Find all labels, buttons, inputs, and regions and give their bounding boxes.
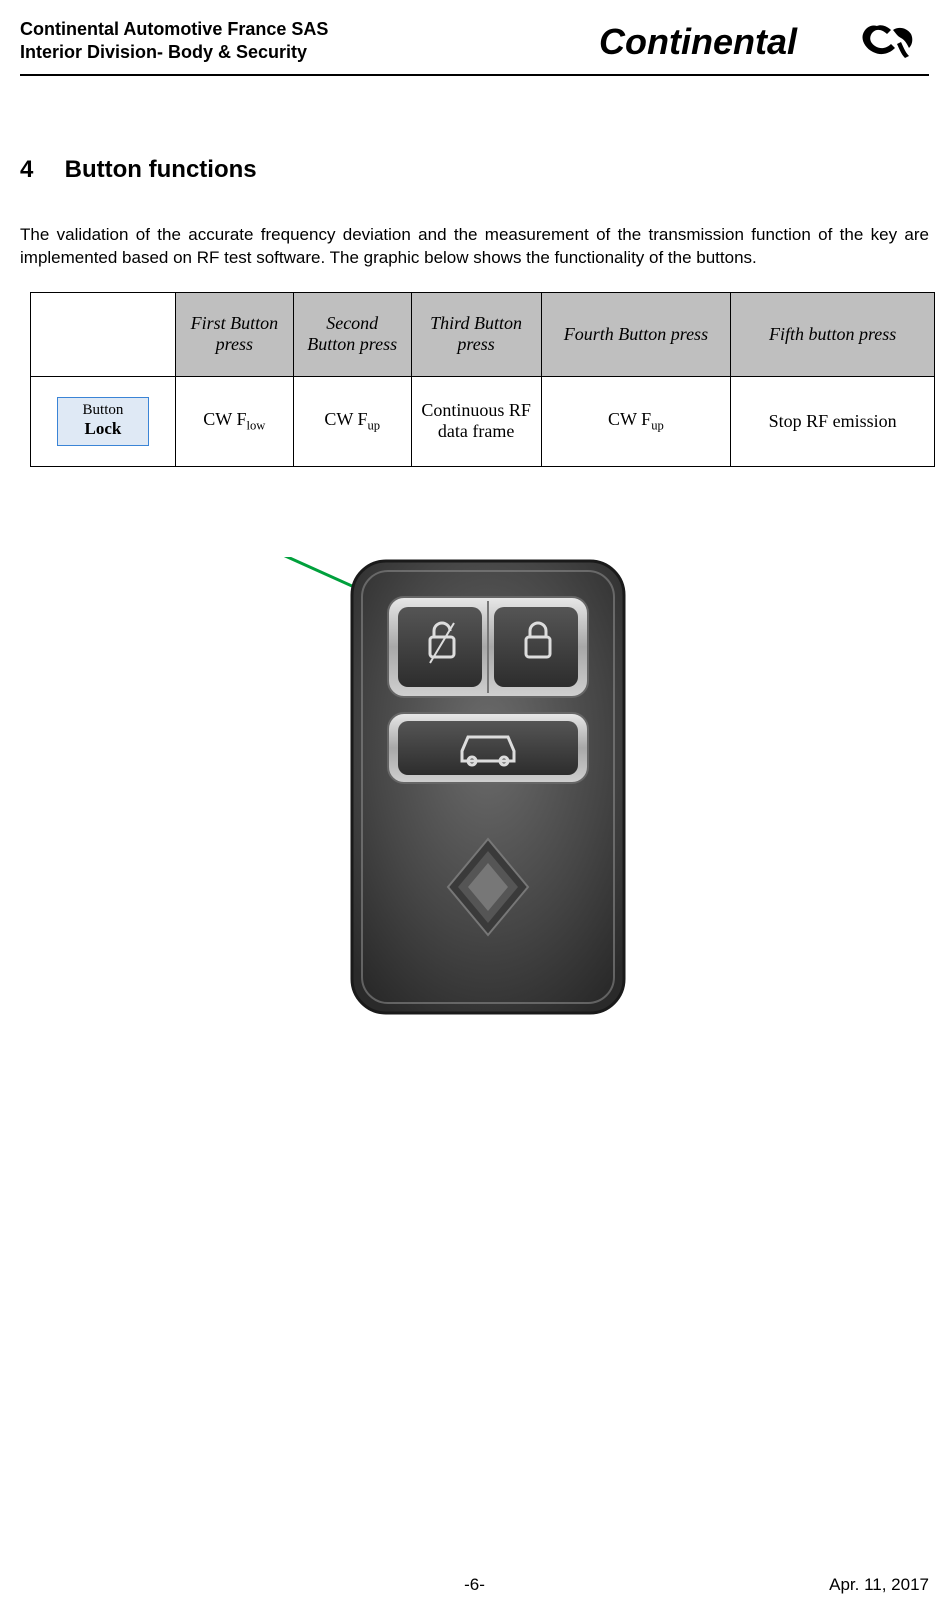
page-header: Continental Automotive France SAS Interi… [20,18,929,76]
header-line2: Interior Division- Body & Security [20,41,328,64]
lock-button [494,607,578,687]
header-empty [31,292,176,376]
section-number: 4 [20,156,58,184]
table-header-row: First Button press Second Button press T… [31,292,935,376]
unlock-button [398,607,482,687]
cell-fifth: Stop RF emission [731,376,935,466]
table-row: Button Lock CW Flow CW Fup Continuous RF… [31,376,935,466]
cell-second-sub: up [368,419,381,433]
header-first: First Button press [175,292,293,376]
intro-paragraph: The validation of the accurate frequency… [20,224,929,270]
header-line1: Continental Automotive France SAS [20,18,328,41]
header-company: Continental Automotive France SAS Interi… [20,18,328,63]
button-function-table: First Button press Second Button press T… [30,292,935,467]
header-third: Third Button press [411,292,541,376]
cell-first: CW Flow [175,376,293,466]
car-button [398,721,578,775]
keycard-figure [20,557,929,1027]
cell-second: CW Fup [293,376,411,466]
header-second: Second Button press [293,292,411,376]
section-heading: 4 Button functions [20,156,929,184]
keycard-image [348,557,628,1017]
label-bold: Lock [58,419,148,439]
section-title-text: Button functions [65,156,257,183]
cell-first-sub: low [246,419,265,433]
label-small: Button [58,402,148,419]
page-number: -6- [464,1575,485,1595]
page-footer: -6- Apr. 11, 2017 [20,1575,929,1595]
continental-logo: Continental [599,18,929,66]
footer-date: Apr. 11, 2017 [829,1575,929,1595]
cell-fourth: CW Fup [541,376,731,466]
cell-first-pre: CW F [203,409,246,429]
logo-text: Continental [599,21,798,62]
button-function-table-wrap: First Button press Second Button press T… [20,292,929,467]
cell-fourth-pre: CW F [608,409,651,429]
row-label-cell: Button Lock [31,376,176,466]
header-fifth: Fifth button press [731,292,935,376]
header-fourth: Fourth Button press [541,292,731,376]
cell-second-pre: CW F [324,409,367,429]
cell-fourth-sub: up [651,419,664,433]
cell-third: Continuous RF data frame [411,376,541,466]
button-lock-label: Button Lock [57,397,149,446]
